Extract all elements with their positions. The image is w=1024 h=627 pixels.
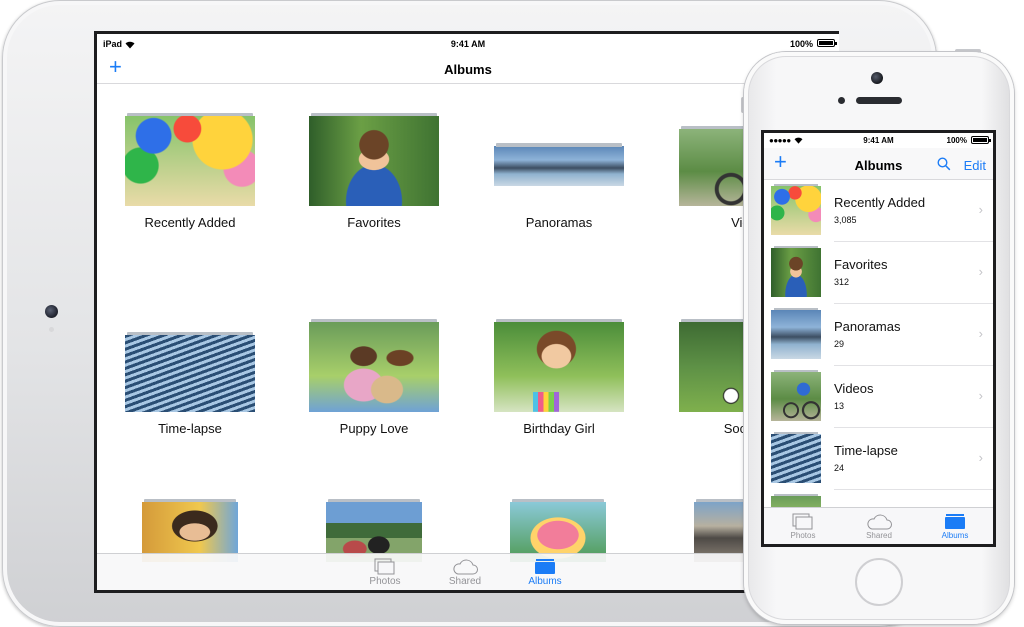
chevron-right-icon: › xyxy=(978,450,983,465)
speaker-grille xyxy=(856,97,902,104)
tab-photos[interactable]: Photos xyxy=(355,557,415,587)
album-count: 312 xyxy=(834,277,850,287)
navigation-bar: + Albums Edit xyxy=(764,148,993,180)
page-title: Albums xyxy=(854,158,903,173)
album-cover xyxy=(125,116,255,206)
status-bar: iPad 9:41 AM 100% xyxy=(97,34,839,54)
album-label: Time-lapse xyxy=(158,421,222,436)
list-item-videos[interactable]: Videos 13 › xyxy=(764,366,993,428)
tab-label: Albums xyxy=(941,531,969,540)
album-thumbnail xyxy=(771,370,821,421)
list-item-panoramas[interactable]: Panoramas 29 › xyxy=(764,304,993,366)
edit-button[interactable]: Edit xyxy=(964,158,986,173)
folder-icon xyxy=(515,557,575,576)
album-name: Recently Added xyxy=(834,195,926,210)
album-thumbnail xyxy=(771,494,821,507)
tab-label: Shared xyxy=(448,576,482,587)
album-count: 24 xyxy=(834,463,845,473)
battery-icon xyxy=(971,136,991,144)
tab-bar: Photos Shared Albums xyxy=(764,507,993,544)
album-name: Videos xyxy=(834,381,874,396)
photos-icon xyxy=(355,557,415,576)
tab-shared[interactable]: Shared xyxy=(435,557,495,587)
album-birthday-girl[interactable]: Birthday Girl xyxy=(474,319,644,436)
battery-icon xyxy=(817,39,837,47)
album-name: Favorites xyxy=(834,257,888,272)
tab-albums[interactable]: Albums xyxy=(515,557,575,587)
home-button[interactable] xyxy=(855,558,903,606)
album-thumbnail xyxy=(771,246,821,297)
chevron-right-icon: › xyxy=(978,388,983,403)
tab-label: Shared xyxy=(866,531,892,540)
chevron-right-icon: › xyxy=(978,326,983,341)
search-icon[interactable] xyxy=(937,157,951,171)
album-count: 3,085 xyxy=(834,215,857,225)
camera-icon xyxy=(45,305,58,318)
status-bar: ●●●●● 9:41 AM 100% xyxy=(764,133,993,148)
tab-albums[interactable]: Albums xyxy=(930,512,980,540)
tab-photos[interactable]: Photos xyxy=(778,512,828,540)
iphone-screen: ●●●●● 9:41 AM 100% + Albums Edit Recentl… xyxy=(761,130,996,547)
album-name: Time-lapse xyxy=(834,443,898,458)
tab-shared[interactable]: Shared xyxy=(854,512,904,540)
album-favorites[interactable]: Favorites xyxy=(289,113,459,230)
list-item-partial[interactable] xyxy=(764,490,993,507)
chevron-right-icon: › xyxy=(978,264,983,279)
album-time-lapse[interactable]: Time-lapse xyxy=(105,322,275,436)
navigation-bar: + Albums xyxy=(97,54,839,84)
album-thumbnail xyxy=(771,184,821,235)
cloud-icon xyxy=(854,512,904,531)
tab-label: Photos xyxy=(790,531,816,540)
cloud-icon xyxy=(435,557,495,576)
album-recently-added[interactable]: Recently Added xyxy=(105,113,275,230)
tab-label: Albums xyxy=(528,576,562,587)
album-count: 13 xyxy=(834,401,845,411)
album-label: Birthday Girl xyxy=(523,421,595,436)
album-puppy-love[interactable]: Puppy Love xyxy=(289,319,459,436)
album-label: Favorites xyxy=(347,215,401,230)
album-panoramas[interactable]: Panoramas xyxy=(474,116,644,230)
album-count: 29 xyxy=(834,339,845,349)
light-sensor xyxy=(49,327,54,332)
album-cover xyxy=(125,335,255,412)
tab-label: Photos xyxy=(369,576,401,587)
album-thumbnail xyxy=(771,432,821,483)
album-cover xyxy=(309,116,439,206)
camera-icon xyxy=(871,72,883,84)
photos-icon xyxy=(778,512,828,531)
page-title: Albums xyxy=(444,62,492,77)
album-label: Recently Added xyxy=(144,215,236,230)
album-list: Recently Added 3,085 › Favorites 312 › P… xyxy=(764,180,993,507)
proximity-sensor xyxy=(838,97,845,104)
album-cover xyxy=(494,322,624,412)
ipad-screen: iPad 9:41 AM 100% + Albums Recently Adde… xyxy=(94,31,839,593)
album-name: Panoramas xyxy=(834,319,901,334)
battery-percent: 100% xyxy=(946,136,967,145)
tab-bar: Photos Shared Albums xyxy=(97,553,839,590)
list-item-recently-added[interactable]: Recently Added 3,085 › xyxy=(764,180,993,242)
list-item-favorites[interactable]: Favorites 312 › xyxy=(764,242,993,304)
chevron-right-icon: › xyxy=(978,202,983,217)
album-cover xyxy=(494,146,624,186)
status-time: 9:41 AM xyxy=(450,39,486,49)
album-thumbnail xyxy=(771,308,821,359)
album-label: Panoramas xyxy=(525,215,593,230)
album-label: Puppy Love xyxy=(339,421,409,436)
album-cover xyxy=(309,322,439,412)
battery-percent: 100% xyxy=(789,39,813,49)
list-item-time-lapse[interactable]: Time-lapse 24 › xyxy=(764,428,993,490)
iphone-device: ●●●●● 9:41 AM 100% + Albums Edit Recentl… xyxy=(744,52,1014,624)
folder-icon xyxy=(930,512,980,531)
